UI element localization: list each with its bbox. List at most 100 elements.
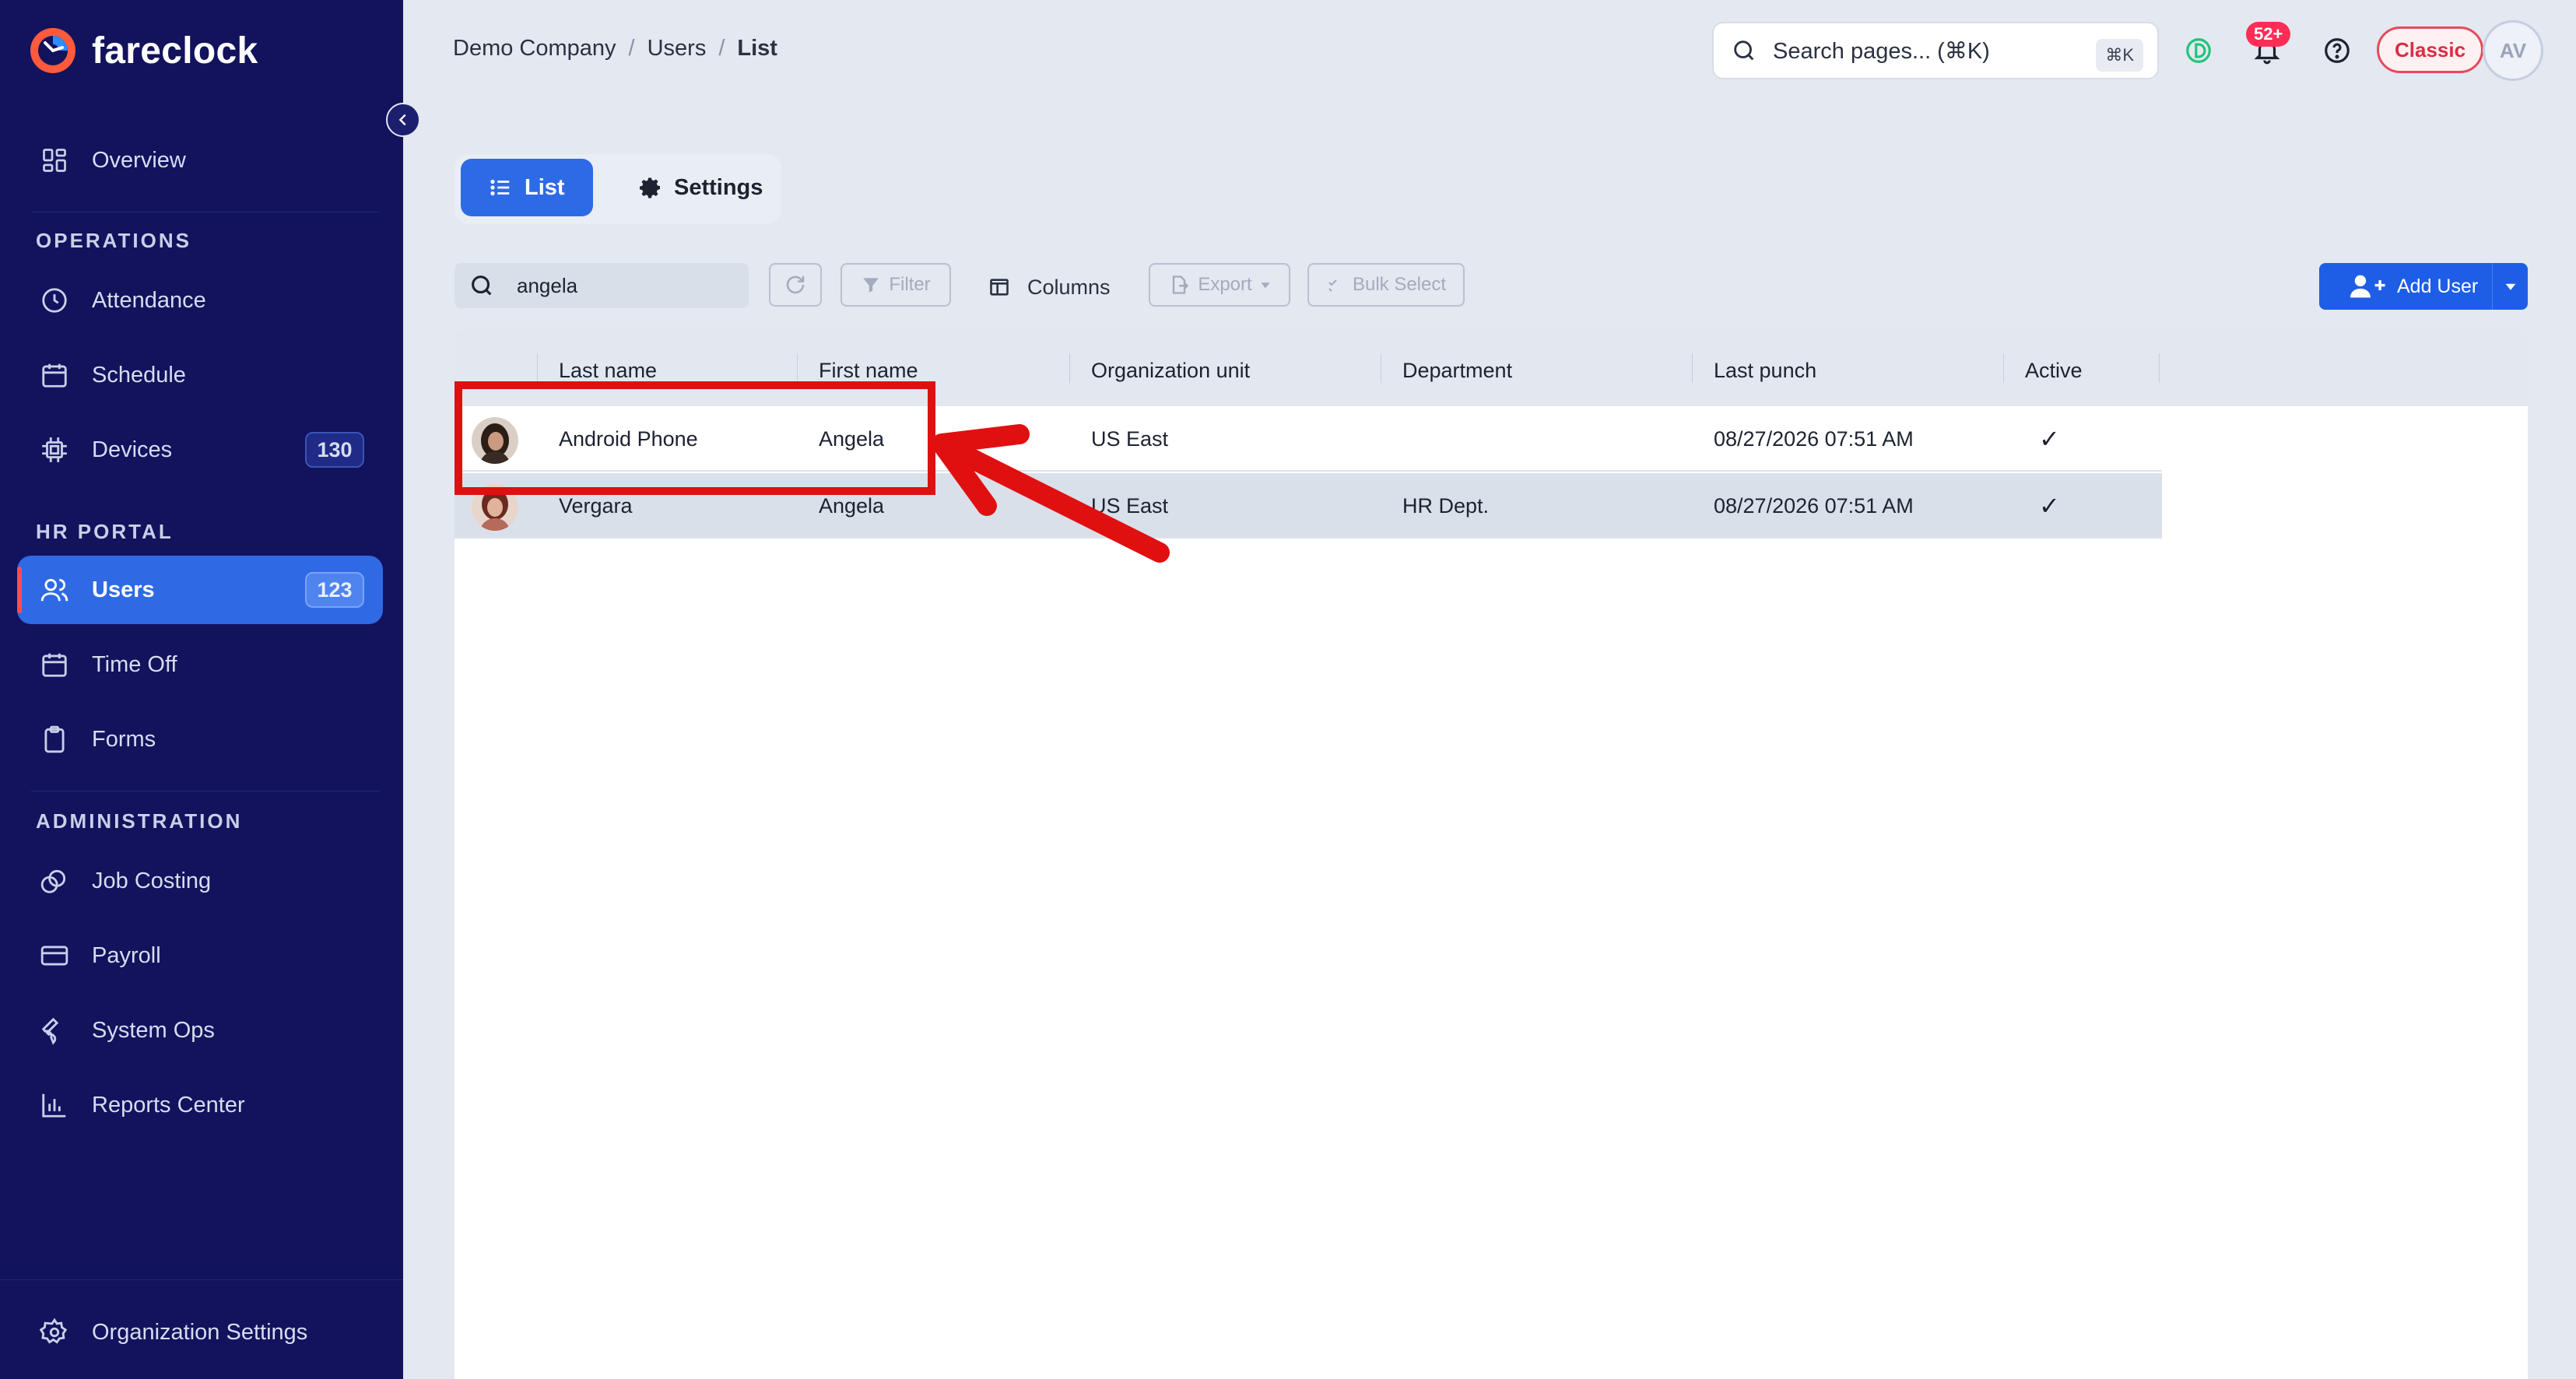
check-icon: ✓	[2039, 425, 2060, 453]
dashboard-icon	[37, 143, 72, 177]
sidebar-item-label: Job Costing	[92, 868, 212, 893]
sidebar-item-label: Attendance	[92, 287, 206, 313]
columns-button[interactable]: Columns	[988, 269, 1111, 305]
annotation-highlight-box	[454, 381, 935, 495]
export-button[interactable]: Export	[1149, 263, 1290, 307]
check-icon: ✓	[2039, 492, 2060, 520]
tab-settings[interactable]: Settings	[610, 159, 791, 216]
sidebar-item-payroll[interactable]: Payroll	[17, 921, 383, 990]
search-icon	[472, 275, 492, 296]
column-header-org-unit[interactable]: Organization unit	[1071, 355, 1250, 386]
calendar-icon	[37, 647, 72, 682]
sidebar-item-system-ops[interactable]: System Ops	[17, 996, 383, 1065]
clock-icon	[37, 283, 72, 318]
breadcrumb-item-users[interactable]: Users	[648, 36, 707, 61]
sidebar-item-job-costing[interactable]: Job Costing	[17, 847, 383, 915]
wrench-icon	[37, 1013, 72, 1047]
sidebar-item-time-off[interactable]: Time Off	[17, 630, 383, 699]
tab-label: Settings	[674, 174, 763, 200]
users-icon	[37, 573, 72, 607]
sidebar-item-label: Schedule	[92, 362, 186, 388]
tab-list[interactable]: List	[461, 159, 593, 216]
add-user-button[interactable]: Add User	[2319, 263, 2528, 310]
divider	[0, 1279, 403, 1280]
app-name: fareclock	[92, 30, 258, 72]
add-user-icon	[2350, 275, 2385, 298]
add-user-dropdown-toggle[interactable]	[2492, 263, 2528, 310]
sidebar-item-label: System Ops	[92, 1017, 215, 1043]
chevron-left-icon	[398, 114, 406, 126]
columns-label: Columns	[1027, 275, 1111, 299]
global-search-input[interactable]: Search pages... (⌘K) ⌘K	[1712, 22, 2159, 79]
help-button[interactable]	[2319, 33, 2355, 68]
sidebar-item-organization-settings[interactable]: Organization Settings	[17, 1298, 383, 1367]
sidebar-collapse-button[interactable]	[386, 103, 420, 137]
export-label: Export	[1198, 274, 1252, 295]
cell-last-punch: 08/27/2026 07:51 AM	[1714, 426, 1914, 451]
sidebar-item-schedule[interactable]: Schedule	[17, 341, 383, 409]
search-placeholder: Search pages... (⌘K)	[1773, 38, 1990, 64]
sidebar-item-attendance[interactable]: Attendance	[17, 266, 383, 335]
search-icon	[1734, 40, 1754, 61]
cell-last-punch: 08/27/2026 07:51 AM	[1714, 493, 1914, 518]
status-indicator-button[interactable]	[2181, 33, 2216, 68]
devices-count-badge: 130	[305, 432, 364, 468]
breadcrumb-separator: /	[718, 36, 725, 61]
help-icon	[2325, 38, 2350, 63]
breadcrumb-separator: /	[628, 36, 635, 61]
filter-button[interactable]: Filter	[841, 263, 951, 307]
view-tabs: List Settings	[454, 154, 781, 224]
sidebar-item-users[interactable]: Users 123	[17, 556, 383, 624]
app-logo[interactable]: fareclock	[28, 23, 258, 78]
section-label-hr-portal: HR PORTAL	[36, 520, 174, 543]
users-count-badge: 123	[305, 572, 364, 608]
cell-department	[1382, 406, 1402, 472]
annotation-arrow-icon	[932, 424, 1170, 563]
sidebar-item-label: Users	[92, 577, 155, 602]
cell-department: HR Dept.	[1402, 493, 1490, 518]
bulk-select-button[interactable]: Bulk Select	[1307, 263, 1465, 307]
column-divider	[1692, 353, 1693, 383]
breadcrumb-item-company[interactable]: Demo Company	[453, 36, 616, 61]
status-d-icon	[2186, 38, 2211, 63]
user-search-input[interactable]: angela	[454, 263, 749, 308]
gear-icon	[640, 177, 660, 198]
refresh-button[interactable]	[769, 263, 822, 307]
column-header-active[interactable]: Active	[2005, 355, 2083, 386]
notification-count-badge: 52+	[2246, 22, 2291, 47]
sidebar-item-forms[interactable]: Forms	[17, 705, 383, 774]
breadcrumb: Demo Company / Users / List	[453, 36, 777, 61]
filter-icon	[863, 278, 879, 293]
fareclock-logo-icon	[30, 28, 75, 73]
column-divider	[2003, 353, 2004, 383]
classic-mode-button[interactable]: Classic	[2377, 26, 2484, 73]
sidebar-item-label: Organization Settings	[92, 1319, 308, 1345]
add-user-main[interactable]: Add User	[2319, 274, 2492, 299]
credit-card-icon	[37, 939, 72, 973]
breadcrumb-item-current: List	[737, 36, 777, 61]
keyboard-shortcut-badge: ⌘K	[2096, 39, 2143, 72]
refresh-icon	[786, 275, 805, 294]
gear-icon	[37, 1315, 72, 1349]
sidebar: fareclock Overview OPERATIONS Attendance…	[0, 0, 403, 1379]
tab-label: List	[525, 174, 565, 200]
filter-label: Filter	[889, 274, 931, 295]
add-user-label: Add User	[2397, 275, 2479, 297]
caret-down-icon	[2505, 283, 2515, 290]
sidebar-item-label: Devices	[92, 437, 173, 462]
user-avatar[interactable]: AV	[2483, 20, 2543, 81]
sidebar-item-devices[interactable]: Devices 130	[17, 416, 383, 484]
sidebar-item-label: Time Off	[92, 651, 177, 677]
column-header-department[interactable]: Department	[1382, 355, 1512, 386]
export-icon	[1173, 275, 1189, 294]
column-divider	[1069, 353, 1070, 383]
column-divider	[537, 353, 538, 383]
coins-icon	[37, 864, 72, 898]
column-divider	[797, 353, 798, 383]
sidebar-item-overview[interactable]: Overview	[17, 126, 383, 195]
column-header-last-punch[interactable]: Last punch	[1693, 355, 1816, 386]
bulk-select-label: Bulk Select	[1352, 274, 1447, 295]
caret-down-icon	[1261, 282, 1270, 289]
sidebar-item-reports-center[interactable]: Reports Center	[17, 1071, 383, 1139]
chip-icon	[37, 433, 72, 467]
